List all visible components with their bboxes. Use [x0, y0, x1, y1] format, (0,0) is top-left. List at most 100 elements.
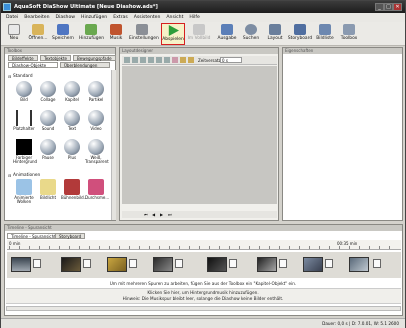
collage-icon	[40, 81, 56, 97]
new-button[interactable]: Neu	[2, 23, 26, 45]
toolbox-panel: Toolbox Bildeffekte Textobjekte Bewegung…	[4, 47, 116, 221]
slide-thumbnail[interactable]	[107, 257, 127, 272]
menu-assistenten[interactable]: Assistenten	[134, 15, 161, 20]
search-icon	[245, 24, 257, 35]
close-button[interactable]: ✕	[393, 3, 402, 11]
prev-frame-icon[interactable]: ◀	[152, 212, 155, 217]
menu-datei[interactable]: Datei	[6, 15, 18, 20]
transition-icon[interactable]	[83, 259, 91, 268]
collapse-icon[interactable]: ⊟	[8, 74, 11, 79]
toolbox-scrollbar[interactable]	[111, 70, 116, 220]
tool-icon[interactable]	[180, 57, 186, 63]
music-track-note: Hinweis: Die Musikspur bleibt leer, sola…	[122, 296, 284, 301]
save-button[interactable]: Speichern	[51, 23, 75, 45]
transition-icon[interactable]	[373, 259, 381, 268]
menu-hinzufuegen[interactable]: Hinzufügen	[81, 15, 107, 20]
timeline-ruler[interactable]: 0 min 00:35 min	[7, 240, 401, 250]
anim-durchsme[interactable]: Durchsme...	[85, 179, 109, 204]
toolbox-button[interactable]: Toolbox	[337, 23, 361, 45]
slide-thumbnail[interactable]	[153, 257, 173, 272]
menu-bar: Datei Bearbeiten Diashow Hinzufügen Extr…	[1, 13, 405, 22]
transition-icon[interactable]	[325, 259, 333, 268]
object-placeholder[interactable]: Platzhalter	[13, 110, 35, 135]
ruler-ticks	[9, 246, 399, 249]
maximize-button[interactable]: □	[384, 3, 393, 11]
title-bar: AquaSoft DiaShow Ultimate [Neue Diashow.…	[1, 1, 405, 13]
clouds-icon	[16, 179, 32, 195]
tool-icon[interactable]	[156, 57, 162, 63]
transition-icon[interactable]	[279, 259, 287, 268]
tool-icon[interactable]	[148, 57, 154, 63]
stage-icon	[64, 179, 80, 195]
tab-textobjekte[interactable]: Textobjekte	[40, 55, 71, 61]
tool-icon[interactable]	[164, 57, 170, 63]
new-document-icon	[8, 24, 20, 35]
object-image[interactable]: Bild	[13, 81, 35, 106]
object-text[interactable]: Text	[61, 110, 83, 135]
chapter-icon	[64, 81, 80, 97]
object-plus[interactable]: Plus	[61, 139, 83, 164]
slide-thumbnail[interactable]	[303, 257, 323, 272]
slide-thumbnail[interactable]	[257, 257, 277, 272]
tab-bewegungspfade[interactable]: Bewegungspfade	[73, 55, 116, 61]
layout-button[interactable]: Layout	[263, 23, 287, 45]
tool-icon[interactable]	[140, 57, 146, 63]
last-frame-icon[interactable]: ⏭	[168, 212, 172, 217]
object-particle[interactable]: Partikel	[85, 81, 107, 106]
anim-clouds[interactable]: Animierte Wolken	[13, 179, 35, 204]
image-list-button[interactable]: Bildliste	[313, 23, 337, 45]
add-button[interactable]: Hinzufügen	[79, 23, 104, 45]
minimize-button[interactable]: _	[375, 3, 384, 11]
transition-icon[interactable]	[129, 259, 137, 268]
slide-thumbnail[interactable]	[349, 257, 369, 272]
object-collage[interactable]: Collage	[37, 81, 59, 106]
transition-icon[interactable]	[229, 259, 237, 268]
object-colored-background[interactable]: Farbiger Hintergrund	[13, 139, 37, 164]
open-button[interactable]: Öffnen...	[26, 23, 50, 45]
object-sound[interactable]: Sound	[37, 110, 59, 135]
tool-icon[interactable]	[172, 57, 178, 63]
transition-icon[interactable]	[33, 259, 41, 268]
tab-storyboard[interactable]: Storyboard	[55, 233, 86, 239]
fullscreen-button[interactable]: Im Vollbild	[187, 23, 211, 45]
collapse-animations-icon[interactable]: ⊟	[8, 173, 11, 178]
offset-input[interactable]: 0 s	[220, 57, 242, 63]
first-frame-icon[interactable]: ⏮	[144, 212, 148, 217]
tab-diashow-objekte[interactable]: Diashow-Objekte	[8, 62, 58, 68]
add-music-hint[interactable]: Klicken Sie hier, um Hintergrundmusik hi…	[1, 290, 405, 295]
menu-hilfe[interactable]: Hilfe	[189, 15, 199, 20]
object-video[interactable]: Video	[85, 110, 107, 135]
output-button[interactable]: Ausgabe	[215, 23, 239, 45]
menu-extras[interactable]: Extras	[113, 15, 128, 20]
preview-canvas[interactable]	[122, 66, 277, 204]
tab-timeline[interactable]: Timeline - Spuransicht	[7, 233, 60, 239]
tab-bildeffekte[interactable]: Bildeffekte	[8, 55, 38, 61]
play-button[interactable]: Abspielen	[161, 23, 185, 45]
timeline-scrollbar[interactable]	[6, 306, 401, 311]
tool-icon[interactable]	[132, 57, 138, 63]
search-button[interactable]: Suchen	[239, 23, 263, 45]
transition-icon[interactable]	[175, 259, 183, 268]
storyboard-button[interactable]: Storyboard	[287, 23, 313, 45]
layout-icon	[269, 24, 281, 35]
object-pause[interactable]: Pause	[37, 139, 59, 164]
anim-stage[interactable]: Bühnenbild...	[61, 179, 87, 204]
anim-image-light[interactable]: Bildlicht	[37, 179, 59, 204]
play-icon	[168, 25, 179, 36]
settings-button[interactable]: Einstellungen	[129, 23, 159, 45]
music-button[interactable]: Musik	[104, 23, 128, 45]
add-image-icon	[85, 24, 97, 35]
menu-ansicht[interactable]: Ansicht	[166, 15, 183, 20]
slide-thumbnail[interactable]	[11, 257, 31, 272]
slide-thumbnail[interactable]	[61, 257, 81, 272]
next-frame-icon[interactable]: ▶	[160, 212, 163, 217]
tab-ueberblendungen[interactable]: Überblendungen	[60, 62, 110, 68]
menu-bearbeiten[interactable]: Bearbeiten	[24, 15, 49, 20]
object-chapter[interactable]: Kapitel	[61, 81, 83, 106]
tool-icon[interactable]	[124, 57, 130, 63]
object-white-transparent[interactable]: Weiß, Transparent	[85, 139, 109, 164]
tool-icon[interactable]	[188, 57, 194, 63]
layout-designer-panel: Layoutdesigner Zeitversatz: 0 s ⏮ ◀ ▶ ⏭	[119, 47, 279, 221]
menu-diashow[interactable]: Diashow	[56, 15, 76, 20]
slide-thumbnail[interactable]	[207, 257, 227, 272]
